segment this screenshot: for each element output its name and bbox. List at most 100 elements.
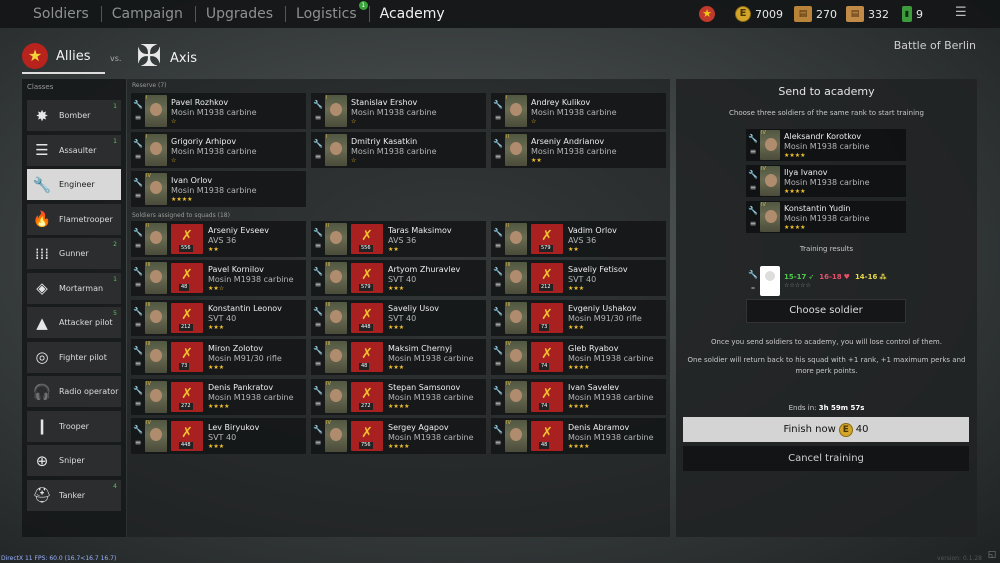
tab-upgrades[interactable]: Upgrades	[196, 6, 287, 22]
soldier-card[interactable]: 🔧 ≡ IV Ilya Ivanov Mosin M1938 carbine ★★★★	[746, 165, 906, 197]
menu-dash-icon[interactable]: ≡	[135, 152, 142, 161]
wrench-icon[interactable]: 🔧	[748, 170, 758, 179]
menu-dash-icon[interactable]: ≡	[135, 280, 142, 289]
menu-dash-icon[interactable]: ≡	[495, 241, 502, 250]
cards-counter-b[interactable]: ▤ 332	[846, 4, 889, 24]
soldier-card[interactable]: 🔧 ≡ II ✗ 556 Arseniy Evseev AVS 36 ★★	[131, 221, 306, 257]
class-item-tanker[interactable]: ⛑ Tanker 4	[27, 479, 121, 511]
tab-soldiers[interactable]: Soldiers	[0, 6, 102, 22]
class-item-radio-operator[interactable]: 🎧 Radio operator	[27, 376, 121, 407]
menu-dash-icon[interactable]: ≡	[315, 359, 322, 368]
wrench-icon[interactable]: 🔧	[748, 206, 758, 215]
menu-dash-icon[interactable]: ≡	[315, 152, 322, 161]
menu-dash-icon[interactable]: ≡	[495, 152, 502, 161]
menu-dash-icon[interactable]: ≡	[135, 438, 142, 447]
soldier-card[interactable]: 🔧 ≡ I Andrey Kulikov Mosin M1938 carbine ☆	[491, 93, 666, 129]
class-item-sniper[interactable]: ⊕ Sniper	[27, 445, 121, 476]
choose-soldier-button[interactable]: Choose soldier	[746, 299, 906, 323]
soldier-card[interactable]: 🔧 ≡ III ✗ 448 Saveliy Usov SVT 40 ★★★	[311, 299, 486, 336]
allies-tab[interactable]: ★ Allies	[22, 42, 105, 74]
menu-dash-icon[interactable]: ≡	[495, 438, 502, 447]
wrench-icon[interactable]: 🔧	[493, 228, 503, 237]
class-item-assaulter[interactable]: ☰ Assaulter 1	[27, 134, 121, 166]
rank-indicator[interactable]: ★	[699, 4, 715, 24]
chat-icon[interactable]: ◱	[986, 549, 998, 561]
soldier-card[interactable]: 🔧 ≡ IV ✗ 272 Denis Pankratov Mosin M1938 carbi…	[131, 378, 306, 415]
soldier-card[interactable]: 🔧 ≡ IV ✗ 74 Ivan Savelev Mosin M1938 carbine ★★…	[491, 378, 666, 415]
menu-dash-icon[interactable]: ≡	[135, 113, 142, 122]
wrench-icon[interactable]: 🔧	[133, 100, 143, 109]
soldier-card[interactable]: 🔧 ≡ IV ✗ 448 Lev Biryukov SVT 40 ★★★	[131, 418, 306, 454]
soldier-card[interactable]: 🔧 ≡ IV Konstantin Yudin Mosin M1938 carbine ★…	[746, 201, 906, 233]
wrench-icon[interactable]: 🔧	[313, 100, 323, 109]
menu-icon[interactable]: ☰	[955, 6, 969, 20]
soldier-card[interactable]: 🔧 ≡ IV ✗ 756 Sergey Agapov Mosin M1938 carbine…	[311, 418, 486, 454]
wrench-icon[interactable]: 🔧	[313, 386, 323, 395]
menu-dash-icon[interactable]: ≡	[135, 399, 142, 408]
wrench-icon[interactable]: 🔧	[313, 228, 323, 237]
wrench-icon[interactable]: 🔧	[493, 425, 503, 434]
wrench-icon[interactable]: 🔧	[493, 386, 503, 395]
soldier-card[interactable]: 🔧 ≡ IV ✗ 48 Denis Abramov Mosin M1938 carbine ★…	[491, 418, 666, 454]
class-item-attacker-pilot[interactable]: ▲ Attacker pilot 5	[27, 307, 121, 338]
wrench-icon[interactable]: 🔧	[133, 267, 143, 276]
wrench-icon[interactable]: 🔧	[133, 178, 143, 187]
menu-dash-icon[interactable]: ≡	[315, 320, 322, 329]
soldier-card[interactable]: 🔧 ≡ IV ✗ 74 Gleb Ryabov Mosin M1938 carbine ★★★…	[491, 339, 666, 376]
menu-dash-icon[interactable]: ≡	[315, 241, 322, 250]
cancel-training-button[interactable]: Cancel training	[683, 446, 969, 471]
soldier-card[interactable]: 🔧 ≡ III ✗ 212 Konstantin Leonov SVT 40 ★★★	[131, 299, 306, 336]
class-item-mortarman[interactable]: ◈ Mortarman 1	[27, 272, 121, 304]
soldier-card[interactable]: 🔧 ≡ IV ✗ 272 Stepan Samsonov Mosin M1938 carbi…	[311, 378, 486, 415]
gold-counter[interactable]: E 7009	[735, 4, 783, 24]
menu-dash-icon[interactable]: ≡	[750, 147, 757, 156]
soldier-card[interactable]: 🔧 ≡ III ✗ 212 Saveliy Fetisov SVT 40 ★★★	[491, 260, 666, 297]
wrench-icon[interactable]: 🔧	[748, 134, 758, 143]
wrench-icon[interactable]: 🔧	[133, 425, 143, 434]
menu-dash-icon[interactable]: ≡	[750, 219, 757, 228]
wrench-icon[interactable]: 🔧	[133, 386, 143, 395]
axis-tab[interactable]: ✠ Axis	[136, 42, 197, 74]
menu-dash-icon[interactable]: ≡	[315, 438, 322, 447]
menu-dash-icon[interactable]: ≡	[135, 191, 142, 200]
battery-counter[interactable]: ▮ 9	[902, 4, 923, 24]
class-item-engineer[interactable]: 🔧 Engineer	[27, 169, 121, 200]
soldier-card[interactable]: 🔧 ≡ II ✗ 556 Taras Maksimov AVS 36 ★★	[311, 221, 486, 257]
soldier-card[interactable]: 🔧 ≡ I Dmitriy Kasatkin Mosin M1938 carbine ☆	[311, 132, 486, 168]
soldier-card[interactable]: 🔧 ≡ III ✗ 73 Evgeniy Ushakov Mosin M91/30 rifl…	[491, 299, 666, 336]
soldier-card[interactable]: 🔧 ≡ III ✗ 48 Maksim Chernyj Mosin M1938 carbin…	[311, 339, 486, 376]
menu-dash-icon[interactable]: ≡	[135, 241, 142, 250]
tab-academy[interactable]: Academy	[370, 6, 457, 22]
finish-now-button[interactable]: Finish now E 40	[683, 417, 969, 442]
class-item-bomber[interactable]: ✸ Bomber 1	[27, 100, 121, 131]
wrench-icon[interactable]: 🔧	[493, 307, 503, 316]
soldier-card[interactable]: 🔧 ≡ III ✗ 73 Miron Zolotov Mosin M91/30 rifle ★…	[131, 339, 306, 376]
cards-counter-a[interactable]: ▤ 270	[794, 4, 837, 24]
wrench-icon[interactable]: 🔧	[133, 139, 143, 148]
menu-dash-icon[interactable]: ≡	[495, 113, 502, 122]
menu-dash-icon[interactable]: ≡	[315, 399, 322, 408]
wrench-icon[interactable]: 🔧	[313, 139, 323, 148]
wrench-icon[interactable]: 🔧	[133, 228, 143, 237]
wrench-icon[interactable]: 🔧	[493, 346, 503, 355]
wrench-icon[interactable]: 🔧	[748, 270, 758, 279]
wrench-icon[interactable]: 🔧	[493, 100, 503, 109]
class-item-flametrooper[interactable]: 🔥 Flametrooper	[27, 203, 121, 235]
menu-dash-icon[interactable]: ≡	[495, 359, 502, 368]
wrench-icon[interactable]: 🔧	[133, 346, 143, 355]
menu-dash-icon[interactable]: ≡	[315, 113, 322, 122]
soldier-card[interactable]: 🔧 ≡ I Grigoriy Arhipov Mosin M1938 carbine ☆	[131, 132, 306, 168]
wrench-icon[interactable]: 🔧	[493, 139, 503, 148]
menu-dash-icon[interactable]: ≡	[495, 320, 502, 329]
tab-logistics[interactable]: Logistics 1	[286, 1, 370, 22]
menu-dash-icon[interactable]: –	[751, 283, 755, 292]
soldier-card[interactable]: 🔧 ≡ IV Ivan Orlov Mosin M1938 carbine ★★★★	[131, 171, 306, 207]
class-item-trooper[interactable]: ❙ Trooper	[27, 410, 121, 442]
menu-dash-icon[interactable]: ≡	[750, 183, 757, 192]
menu-dash-icon[interactable]: ≡	[495, 280, 502, 289]
wrench-icon[interactable]: 🔧	[313, 267, 323, 276]
soldier-card[interactable]: 🔧 ≡ III ✗ 48 Pavel Kornilov Mosin M1938 carbin…	[131, 260, 306, 297]
class-item-gunner[interactable]: ⁞⁞⁞ Gunner 2	[27, 238, 121, 269]
soldier-card[interactable]: 🔧 ≡ III ✗ 579 Artyom Zhuravlev SVT 40 ★★★	[311, 260, 486, 297]
soldier-card[interactable]: 🔧 ≡ IV Aleksandr Korotkov Mosin M1938 carbin…	[746, 129, 906, 161]
